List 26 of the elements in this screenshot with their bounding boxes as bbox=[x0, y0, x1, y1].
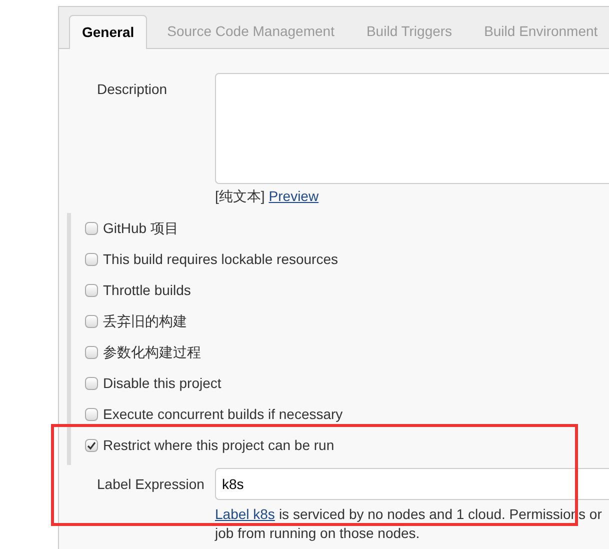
preview-link[interactable]: Preview bbox=[268, 186, 319, 207]
label-expression-field[interactable]: k8s bbox=[215, 468, 609, 500]
option-label: Disable this project bbox=[103, 374, 222, 393]
option-label: 参数化构建过程 bbox=[103, 343, 201, 362]
checkbox[interactable] bbox=[85, 377, 98, 390]
option-label: Throttle builds bbox=[103, 281, 191, 300]
hint-text: job from running on those nodes. bbox=[215, 525, 420, 541]
checkbox[interactable] bbox=[85, 253, 98, 266]
checkbox[interactable] bbox=[85, 222, 98, 235]
checkbox[interactable] bbox=[85, 284, 98, 297]
checkbox[interactable] bbox=[85, 439, 98, 452]
label-expression-label: Label Expression bbox=[97, 474, 206, 494]
label-link[interactable]: Label k8s bbox=[215, 505, 275, 524]
tab[interactable]: General bbox=[69, 15, 148, 49]
format-note: [纯文本] bbox=[215, 187, 265, 206]
option-label: 丢弃旧的构建 bbox=[103, 312, 187, 331]
option-label: Execute concurrent builds if necessary bbox=[103, 405, 343, 424]
option-label: GitHub 项目 bbox=[103, 219, 178, 238]
description-label: Description bbox=[97, 80, 168, 99]
option-label: This build requires lockable resources bbox=[103, 250, 338, 269]
checkbox[interactable] bbox=[85, 346, 98, 359]
checkmark-icon bbox=[87, 441, 96, 450]
checkbox[interactable] bbox=[85, 408, 98, 421]
description-field[interactable] bbox=[215, 73, 609, 184]
checkbox[interactable] bbox=[85, 315, 98, 328]
option-label: Restrict where this project can be run bbox=[103, 436, 334, 455]
